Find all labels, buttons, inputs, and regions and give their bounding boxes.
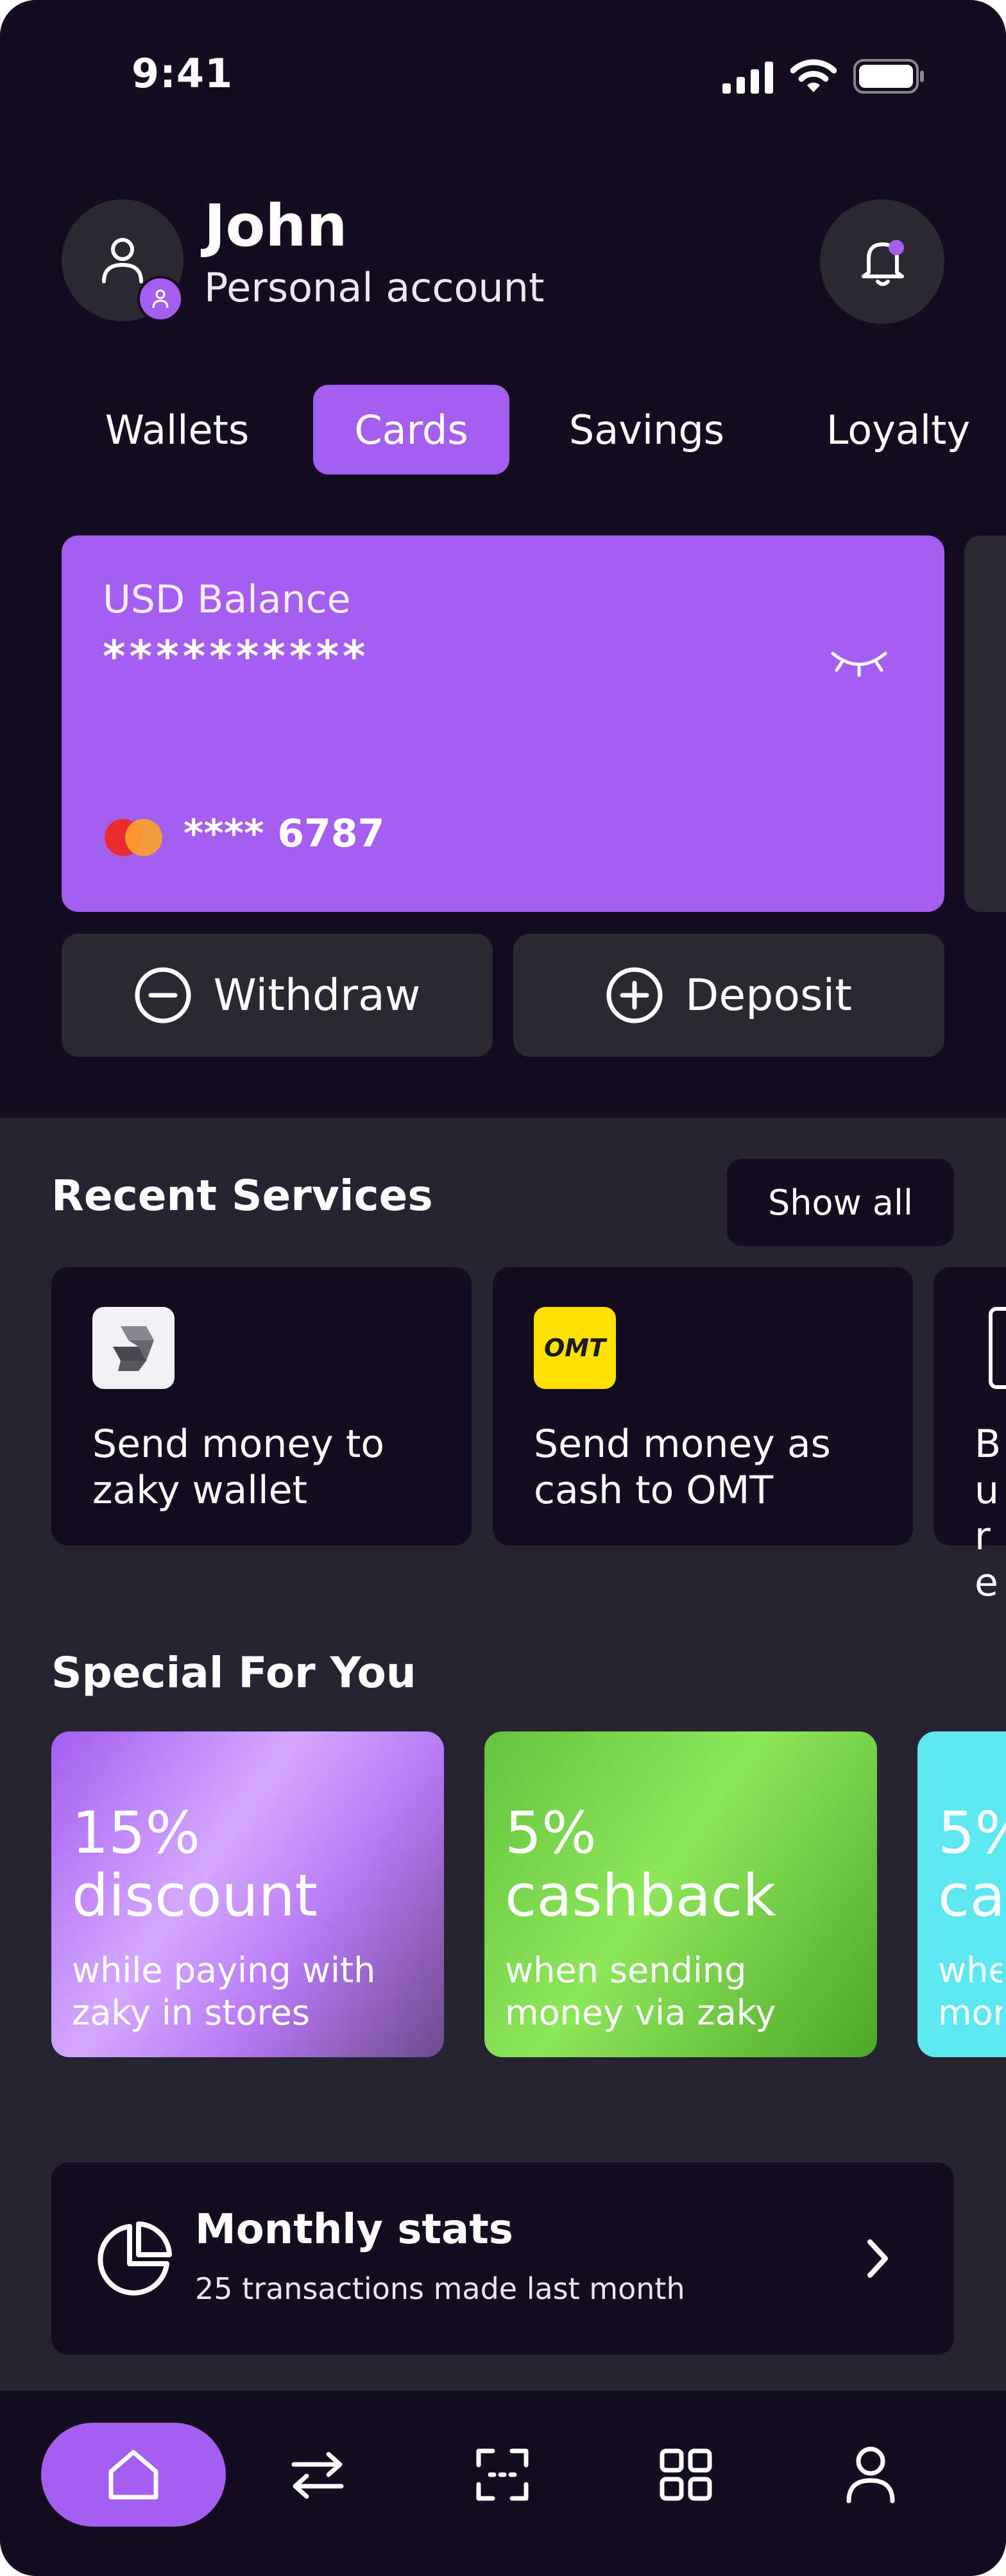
- offer-subtitle: whe mor: [938, 1950, 1002, 2033]
- battery-icon: [853, 59, 924, 94]
- wifi-icon: [790, 59, 837, 92]
- mastercard-icon: [105, 819, 162, 856]
- offer-card-partial[interactable]: 5% ca whe mor: [917, 1731, 1006, 2057]
- nav-scan[interactable]: [461, 2423, 544, 2527]
- offer-headline: 15% discount: [72, 1799, 318, 1930]
- balance-label: USD Balance: [103, 577, 351, 622]
- monthly-stats-card[interactable]: Monthly stats 25 transactions made last …: [51, 2162, 954, 2355]
- offer-card-discount[interactable]: 15% discount while paying with zaky in s…: [51, 1731, 444, 2057]
- notification-button[interactable]: [820, 199, 944, 324]
- plus-circle-icon: [606, 967, 663, 1023]
- account-type: Personal account: [204, 264, 545, 311]
- user-icon: [152, 289, 169, 308]
- omt-logo-text: OMT: [543, 1334, 606, 1362]
- tab-wallets[interactable]: Wallets: [83, 385, 271, 475]
- nav-home[interactable]: [41, 2423, 226, 2527]
- special-title: Special For You: [51, 1648, 416, 1697]
- phone-screen: 9:41 John Personal account Wallets Cards…: [0, 0, 1006, 2576]
- bottom-nav: [0, 2391, 1006, 2576]
- scan-icon: [476, 2448, 529, 2501]
- stats-subtitle: 25 transactions made last month: [195, 2271, 685, 2306]
- balance-masked: **********: [103, 632, 370, 682]
- signal-icon: [722, 62, 773, 94]
- offer-subtitle: while paying with zaky in stores: [72, 1950, 376, 2033]
- avatar-badge: [137, 276, 183, 322]
- tab-savings[interactable]: Savings: [552, 385, 742, 475]
- nav-apps[interactable]: [644, 2423, 728, 2527]
- service-card-omt[interactable]: OMT Send money as cash to OMT: [493, 1267, 913, 1545]
- tab-loyalty[interactable]: Loyalty: [796, 385, 1001, 475]
- eye-closed-icon[interactable]: [830, 650, 888, 678]
- service-icon: [989, 1307, 1006, 1389]
- withdraw-button[interactable]: Withdraw: [62, 934, 493, 1057]
- service-label: Bu re: [975, 1422, 1002, 1605]
- profile-icon: [846, 2446, 895, 2504]
- status-time: 9:41: [132, 50, 234, 97]
- tab-cards[interactable]: Cards: [313, 385, 509, 475]
- offer-subtitle: when sending money via zaky: [505, 1950, 776, 2033]
- stats-title: Monthly stats: [195, 2206, 513, 2253]
- notification-dot: [889, 240, 904, 255]
- service-label: Send money to zaky wallet: [92, 1422, 385, 1513]
- home-icon: [108, 2450, 158, 2500]
- show-all-button[interactable]: Show all: [727, 1159, 954, 1246]
- next-card-peek[interactable]: [964, 535, 1006, 912]
- offer-card-cashback[interactable]: 5% cashback when sending money via zaky: [484, 1731, 877, 2057]
- deposit-button[interactable]: Deposit: [513, 934, 944, 1057]
- offer-headline: 5% ca: [938, 1802, 1006, 1928]
- withdraw-label: Withdraw: [213, 970, 421, 1021]
- top-section: 9:41 John Personal account Wallets Cards…: [0, 0, 1006, 1118]
- recent-services-title: Recent Services: [51, 1171, 433, 1220]
- omt-logo-icon: OMT: [534, 1307, 616, 1389]
- user-icon: [102, 238, 143, 283]
- nav-transfer[interactable]: [276, 2423, 359, 2527]
- zaky-logo-icon: [92, 1307, 175, 1389]
- minus-circle-icon: [135, 967, 191, 1023]
- chevron-right-icon: [867, 2239, 888, 2278]
- balance-card[interactable]: USD Balance ********** **** 6787: [62, 535, 944, 912]
- service-card-partial[interactable]: Bu re: [934, 1267, 1006, 1605]
- transfer-icon: [291, 2452, 344, 2499]
- apps-icon: [660, 2448, 712, 2501]
- deposit-label: Deposit: [685, 970, 852, 1021]
- card-number: **** 6787: [183, 811, 385, 856]
- pie-chart-icon: [98, 2221, 172, 2296]
- nav-profile[interactable]: [829, 2423, 912, 2527]
- service-label: Send money as cash to OMT: [534, 1422, 831, 1513]
- service-card-zaky[interactable]: Send money to zaky wallet: [51, 1267, 472, 1545]
- user-name: John: [204, 192, 348, 260]
- offer-headline: 5% cashback: [505, 1799, 776, 1930]
